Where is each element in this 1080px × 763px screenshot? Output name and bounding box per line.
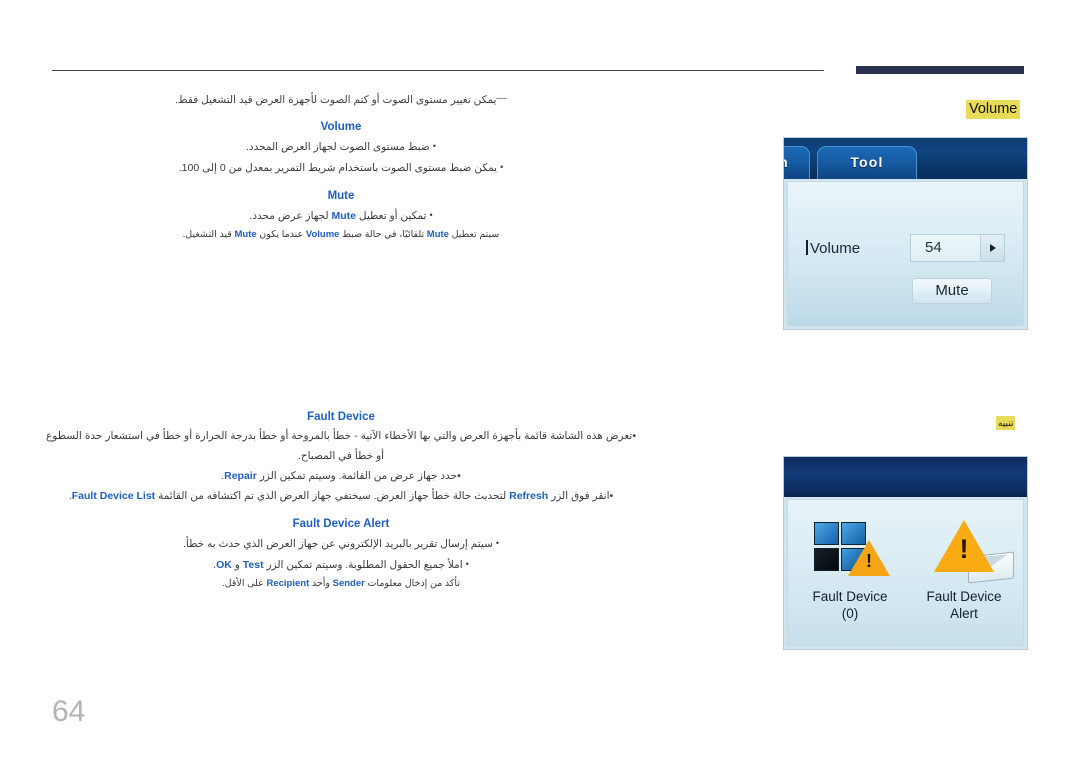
- note-line: ―يمكن تغيير مستوى الصوت أو كتم الصوت لأج…: [46, 90, 636, 109]
- mute-bullet-1: •تمكين أو تعطيل Mute لجهاز عرض محدد.: [46, 205, 636, 226]
- screenshot-titlebar: n Tool: [784, 138, 1027, 179]
- content-column: ―يمكن تغيير مستوى الصوت أو كتم الصوت لأج…: [46, 90, 636, 592]
- mute-sub-p4: قيد التشغيل.: [182, 229, 235, 240]
- fault-alert-sub-p1: تأكد من إدخال معلومات: [364, 578, 460, 589]
- volume-label-caret: [806, 240, 808, 255]
- fault-device-bullet-3-p2: لتحديث حالة خطأ جهاز العرض. سيختفي جهاز …: [155, 490, 510, 502]
- bullet-glyph: •: [465, 559, 469, 569]
- section-heading-fault-device-alert: Fault Device Alert: [292, 518, 390, 530]
- figure-tag-alert: تنبيه: [996, 416, 1016, 430]
- keyword-ok: OK: [216, 559, 232, 571]
- mute-bullet-pre: تمكين أو تعطيل: [356, 210, 427, 222]
- tab-previous[interactable]: n: [784, 146, 810, 179]
- fault-alert-bullet-2-p2: و: [231, 559, 243, 571]
- right-arrow-icon[interactable]: [980, 235, 1004, 261]
- fault-alert-sub-p3: على الأقل.: [222, 578, 267, 589]
- fault-device-monitors-icon: [792, 514, 908, 588]
- keyword-test: Test: [242, 559, 264, 571]
- warning-triangle-icon: [848, 540, 890, 576]
- screenshot-volume-tool: n Tool Volume 54 Mute: [783, 137, 1028, 330]
- volume-bullet-1-text: ضبط مستوى الصوت لجهاز العرض المحدد.: [246, 141, 430, 153]
- bullet-glyph: •: [500, 162, 504, 172]
- mute-sub-line: سيتم تعطيل Mute تلقائيًا، في حالة ضبط Vo…: [46, 226, 636, 243]
- fault-alert-sub-line: تأكد من إدخال معلومات Sender وأحد Recipi…: [46, 575, 636, 592]
- mute-sub-p1: سيتم تعطيل: [448, 229, 500, 240]
- fault-device-bullet-3-p1: انقر فوق الزر: [548, 490, 610, 502]
- keyword-recipient: Recipient: [266, 578, 310, 589]
- screenshot-body: Volume 54 Mute: [787, 181, 1024, 326]
- screenshot-body: Fault Device (0) Fault Device Alert: [787, 499, 1024, 646]
- monitor-cell: [814, 522, 839, 545]
- fault-device-alert-caption-line1: Fault Device: [926, 589, 1002, 604]
- note-dash: ―: [496, 92, 507, 104]
- fault-device-section: Fault Device •تعرض هذه الشاشة قائمة بأجه…: [46, 411, 636, 592]
- volume-bullet-2: •يمكن ضبط مستوى الصوت باستخدام شريط التم…: [46, 157, 636, 178]
- keyword-repair: Repair: [224, 470, 257, 482]
- screenshot-fault-device: Fault Device (0) Fault Device Alert: [783, 456, 1028, 650]
- fault-alert-bullet-1-text: سيتم إرسال تقرير بالبريد الإلكتروني عن ج…: [182, 538, 493, 550]
- fault-device-bullet-1-text: تعرض هذه الشاشة قائمة بأجهزة العرض والتي…: [46, 430, 633, 462]
- warning-triangle-icon: [934, 520, 994, 572]
- fault-alert-bullet-2: •املأ جميع الحقول المطلوبة. وسيتم تمكين …: [46, 554, 636, 575]
- fault-device-alert-icon: [906, 514, 1022, 588]
- bullet-glyph: •: [457, 470, 461, 482]
- keyword-refresh: Refresh: [509, 490, 549, 502]
- header-rule: [52, 70, 824, 71]
- page-number: 64: [52, 695, 86, 728]
- keyword-fault-device-list: Fault Device List: [71, 490, 156, 502]
- tab-tool[interactable]: Tool: [817, 146, 917, 179]
- volume-label: Volume: [810, 240, 861, 257]
- bullet-glyph: •: [432, 141, 436, 151]
- fault-device-bullet-2-pre: حدد جهاز عرض من القائمة. وسيتم تمكين الز…: [256, 470, 458, 482]
- bullet-glyph: •: [632, 430, 636, 442]
- section-heading-fault-device: Fault Device: [307, 411, 375, 423]
- fault-device-alert-caption-line2: Alert: [950, 606, 978, 621]
- keyword-mute: Mute: [234, 229, 257, 240]
- fault-alert-bullet-2-p1: املأ جميع الحقول المطلوبة. وسيتم تمكين ا…: [263, 559, 463, 571]
- fault-device-bullet-1: •تعرض هذه الشاشة قائمة بأجهزة العرض والت…: [46, 426, 636, 466]
- fault-device-tile[interactable]: Fault Device (0): [792, 514, 908, 622]
- fault-alert-bullet-1: •سيتم إرسال تقرير بالبريد الإلكتروني عن …: [46, 533, 636, 554]
- fault-device-caption-line2: (0): [841, 606, 859, 621]
- fault-device-caption-line1: Fault Device: [812, 589, 888, 604]
- volume-value: 54: [925, 239, 942, 256]
- mute-bullet-post: لجهاز عرض محدد.: [249, 210, 332, 222]
- volume-value-field[interactable]: 54: [910, 234, 1005, 262]
- fault-device-bullet-3: •انقر فوق الزر Refresh لتحديث حالة خطأ ج…: [46, 486, 636, 506]
- keyword-mute: Mute: [331, 210, 357, 222]
- volume-bullet-1: •ضبط مستوى الصوت لجهاز العرض المحدد.: [46, 136, 636, 157]
- keyword-volume: Volume: [305, 229, 340, 240]
- bullet-glyph: •: [609, 490, 614, 502]
- keyword-mute: Mute: [426, 229, 449, 240]
- fault-device-bullet-2: •حدد جهاز عرض من القائمة. وسيتم تمكين ال…: [46, 466, 636, 486]
- bullet-glyph: •: [429, 210, 433, 220]
- fault-alert-sub-p2: وأحد: [309, 578, 333, 589]
- mute-button[interactable]: Mute: [912, 278, 992, 304]
- header-accent-bar: [856, 66, 1024, 74]
- keyword-sender: Sender: [332, 578, 365, 589]
- fault-device-alert-tile[interactable]: Fault Device Alert: [906, 514, 1022, 622]
- section-heading-volume: Volume: [320, 121, 362, 133]
- mute-sub-p2: تلقائيًا، في حالة ضبط: [339, 229, 427, 240]
- volume-bullet-2-text: يمكن ضبط مستوى الصوت باستخدام شريط التمر…: [178, 162, 498, 174]
- screenshot-titlebar: [784, 457, 1027, 497]
- note-text: يمكن تغيير مستوى الصوت أو كتم الصوت لأجه…: [175, 94, 497, 106]
- bullet-glyph: •: [495, 538, 500, 548]
- monitor-cell: [814, 548, 839, 571]
- mute-sub-p3: عندما يكون: [256, 229, 306, 240]
- section-heading-mute: Mute: [327, 190, 355, 202]
- figure-tag-volume: Volume: [966, 100, 1021, 119]
